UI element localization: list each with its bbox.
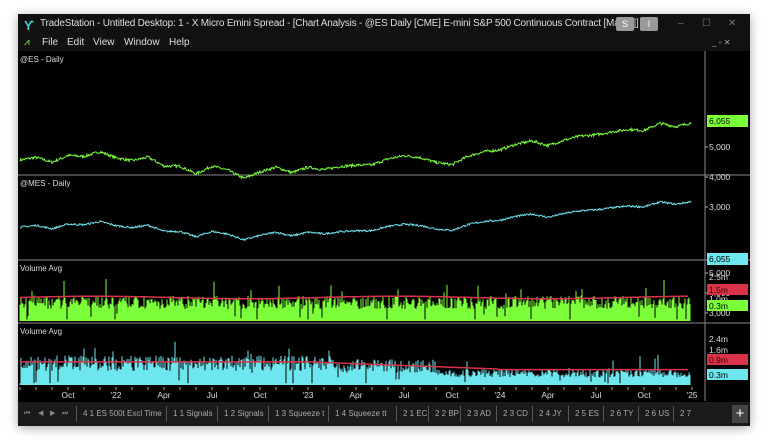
child-window-controls[interactable]: _ ▫ ✕ — [712, 34, 730, 51]
panel-title: @MES - Daily — [20, 179, 70, 188]
chart-app-icon: ⩘ — [24, 37, 30, 48]
price-line — [19, 200, 692, 241]
chart-area[interactable]: @ES - Daily 6,055 5,000 4,000 3,000 @MES - Da… — [18, 51, 750, 401]
y-tick-label: 4,000 — [709, 172, 731, 182]
x-tick-label: Jul — [591, 390, 602, 400]
last-volume-label: 0.3m — [709, 370, 728, 380]
tab-nav-prev-icon[interactable]: ◀ — [38, 406, 43, 422]
y-tick-label: 2.5m — [709, 272, 728, 282]
tab-0[interactable]: 4 1 ES 500t Excl Time — [76, 406, 162, 422]
x-tick-label: Jul — [207, 390, 218, 400]
price-line — [19, 121, 692, 180]
tradestation-logo-icon: ϒ — [24, 18, 35, 33]
x-tick-label: '22 — [110, 390, 121, 400]
tab-5[interactable]: 2 1 EC — [396, 406, 427, 422]
y-tick-label: 1.6m — [709, 345, 728, 355]
tab-4[interactable]: 1 4 Squeeze tt — [328, 406, 387, 422]
tab-10[interactable]: 2 5 ES — [568, 406, 599, 422]
tab-11[interactable]: 2 6 TY — [603, 406, 633, 422]
tab-3[interactable]: 1 3 Squeeze t — [268, 406, 324, 422]
x-tick-label: Apr — [157, 390, 170, 400]
tab-nav-first-icon[interactable]: ⏮ — [24, 406, 30, 422]
tab-12[interactable]: 2 6 US — [638, 406, 669, 422]
last-volume-label: 0.3m — [709, 301, 728, 311]
menu-window[interactable]: Window — [124, 34, 160, 51]
i-button[interactable]: I — [640, 17, 658, 31]
tab-7[interactable]: 2 3 AD — [460, 406, 491, 422]
y-tick-label: 3,000 — [709, 202, 731, 212]
tab-1[interactable]: 1 1 Signals — [166, 406, 213, 422]
x-tick-label: Oct — [61, 390, 75, 400]
x-tick-label: Apr — [541, 390, 554, 400]
panel-title: Volume Avg — [20, 264, 62, 273]
last-price-label: 6,055 — [709, 254, 731, 264]
x-tick-label: Oct — [445, 390, 459, 400]
avg-volume-label: 0.9m — [709, 355, 728, 365]
add-tab-button[interactable]: + — [732, 405, 748, 423]
panel-title: Volume Avg — [20, 327, 62, 336]
menu-file[interactable]: File — [42, 34, 58, 51]
app-window: ϒ TradeStation - Untitled Desktop: 1 - X… — [18, 14, 750, 426]
y-tick-label: 2.4m — [709, 334, 728, 344]
title-bar: ϒ TradeStation - Untitled Desktop: 1 - X… — [18, 14, 750, 34]
tab-13[interactable]: 2 7 — [673, 406, 691, 422]
x-tick-label: Apr — [349, 390, 362, 400]
x-tick-label: Jul — [399, 390, 410, 400]
tab-6[interactable]: 2 2 BP — [428, 406, 459, 422]
menu-help[interactable]: Help — [169, 34, 190, 51]
y-tick-label: 5,000 — [709, 142, 731, 152]
x-tick-label: Oct — [637, 390, 651, 400]
tab-8[interactable]: 2 3 CD — [496, 406, 528, 422]
menu-view[interactable]: View — [93, 34, 115, 51]
tab-nav-next-icon[interactable]: ▶ — [50, 406, 55, 422]
close-icon[interactable]: ✕ — [728, 14, 736, 34]
maximize-icon[interactable]: ☐ — [702, 14, 711, 34]
last-price-label: 6,055 — [709, 116, 731, 126]
panel-title: @ES - Daily — [20, 55, 64, 64]
x-tick-label: '23 — [302, 390, 313, 400]
tab-9[interactable]: 2 4 JY — [532, 406, 562, 422]
workspace-tabs: ⏮ ◀ ▶ ⏭ 4 1 ES 500t Excl Time 1 1 Signals… — [18, 402, 750, 426]
volume-average-line — [20, 361, 688, 371]
x-tick-label: '24 — [494, 390, 505, 400]
menu-bar: ⩘ File Edit View Window Help _ ▫ ✕ — [18, 34, 750, 51]
tab-2[interactable]: 1 2 Signals — [217, 406, 264, 422]
x-tick-label: Oct — [253, 390, 267, 400]
menu-edit[interactable]: Edit — [67, 34, 84, 51]
avg-volume-label: 1.5m — [709, 285, 728, 295]
tab-nav-last-icon[interactable]: ⏭ — [62, 406, 68, 422]
x-tick-label: '25 — [686, 390, 697, 400]
s-button[interactable]: S — [616, 17, 634, 31]
minimize-icon[interactable]: – — [678, 14, 684, 34]
window-title: TradeStation - Untitled Desktop: 1 - X M… — [40, 18, 639, 29]
